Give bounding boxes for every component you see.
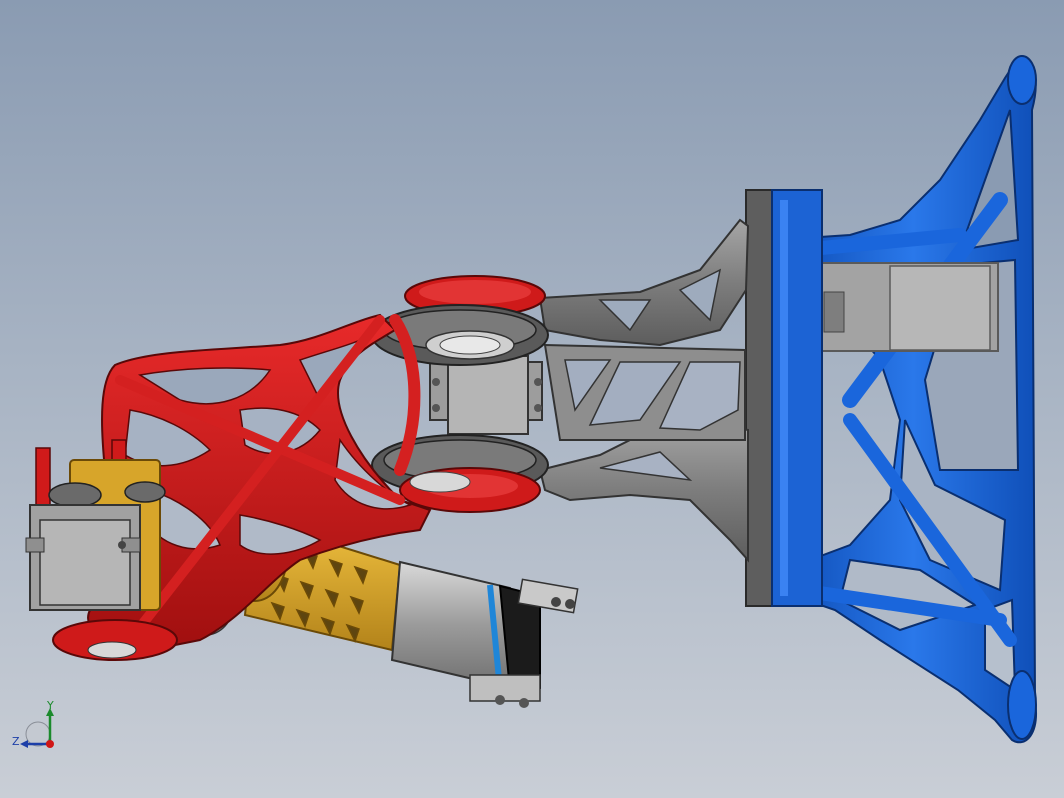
blue-mounting-bracket[interactable] xyxy=(788,55,1037,744)
gray-mount-block xyxy=(819,262,999,352)
gray-link-arm[interactable] xyxy=(538,218,750,563)
assembly-model[interactable] xyxy=(0,0,1064,798)
blue-rotary-flange[interactable] xyxy=(745,189,823,607)
y-axis-label: Y xyxy=(47,699,54,712)
cad-viewport[interactable]: Y Z xyxy=(0,0,1064,798)
coordinate-triad: Y Z xyxy=(8,700,64,756)
z-axis-label: Z xyxy=(12,735,20,748)
